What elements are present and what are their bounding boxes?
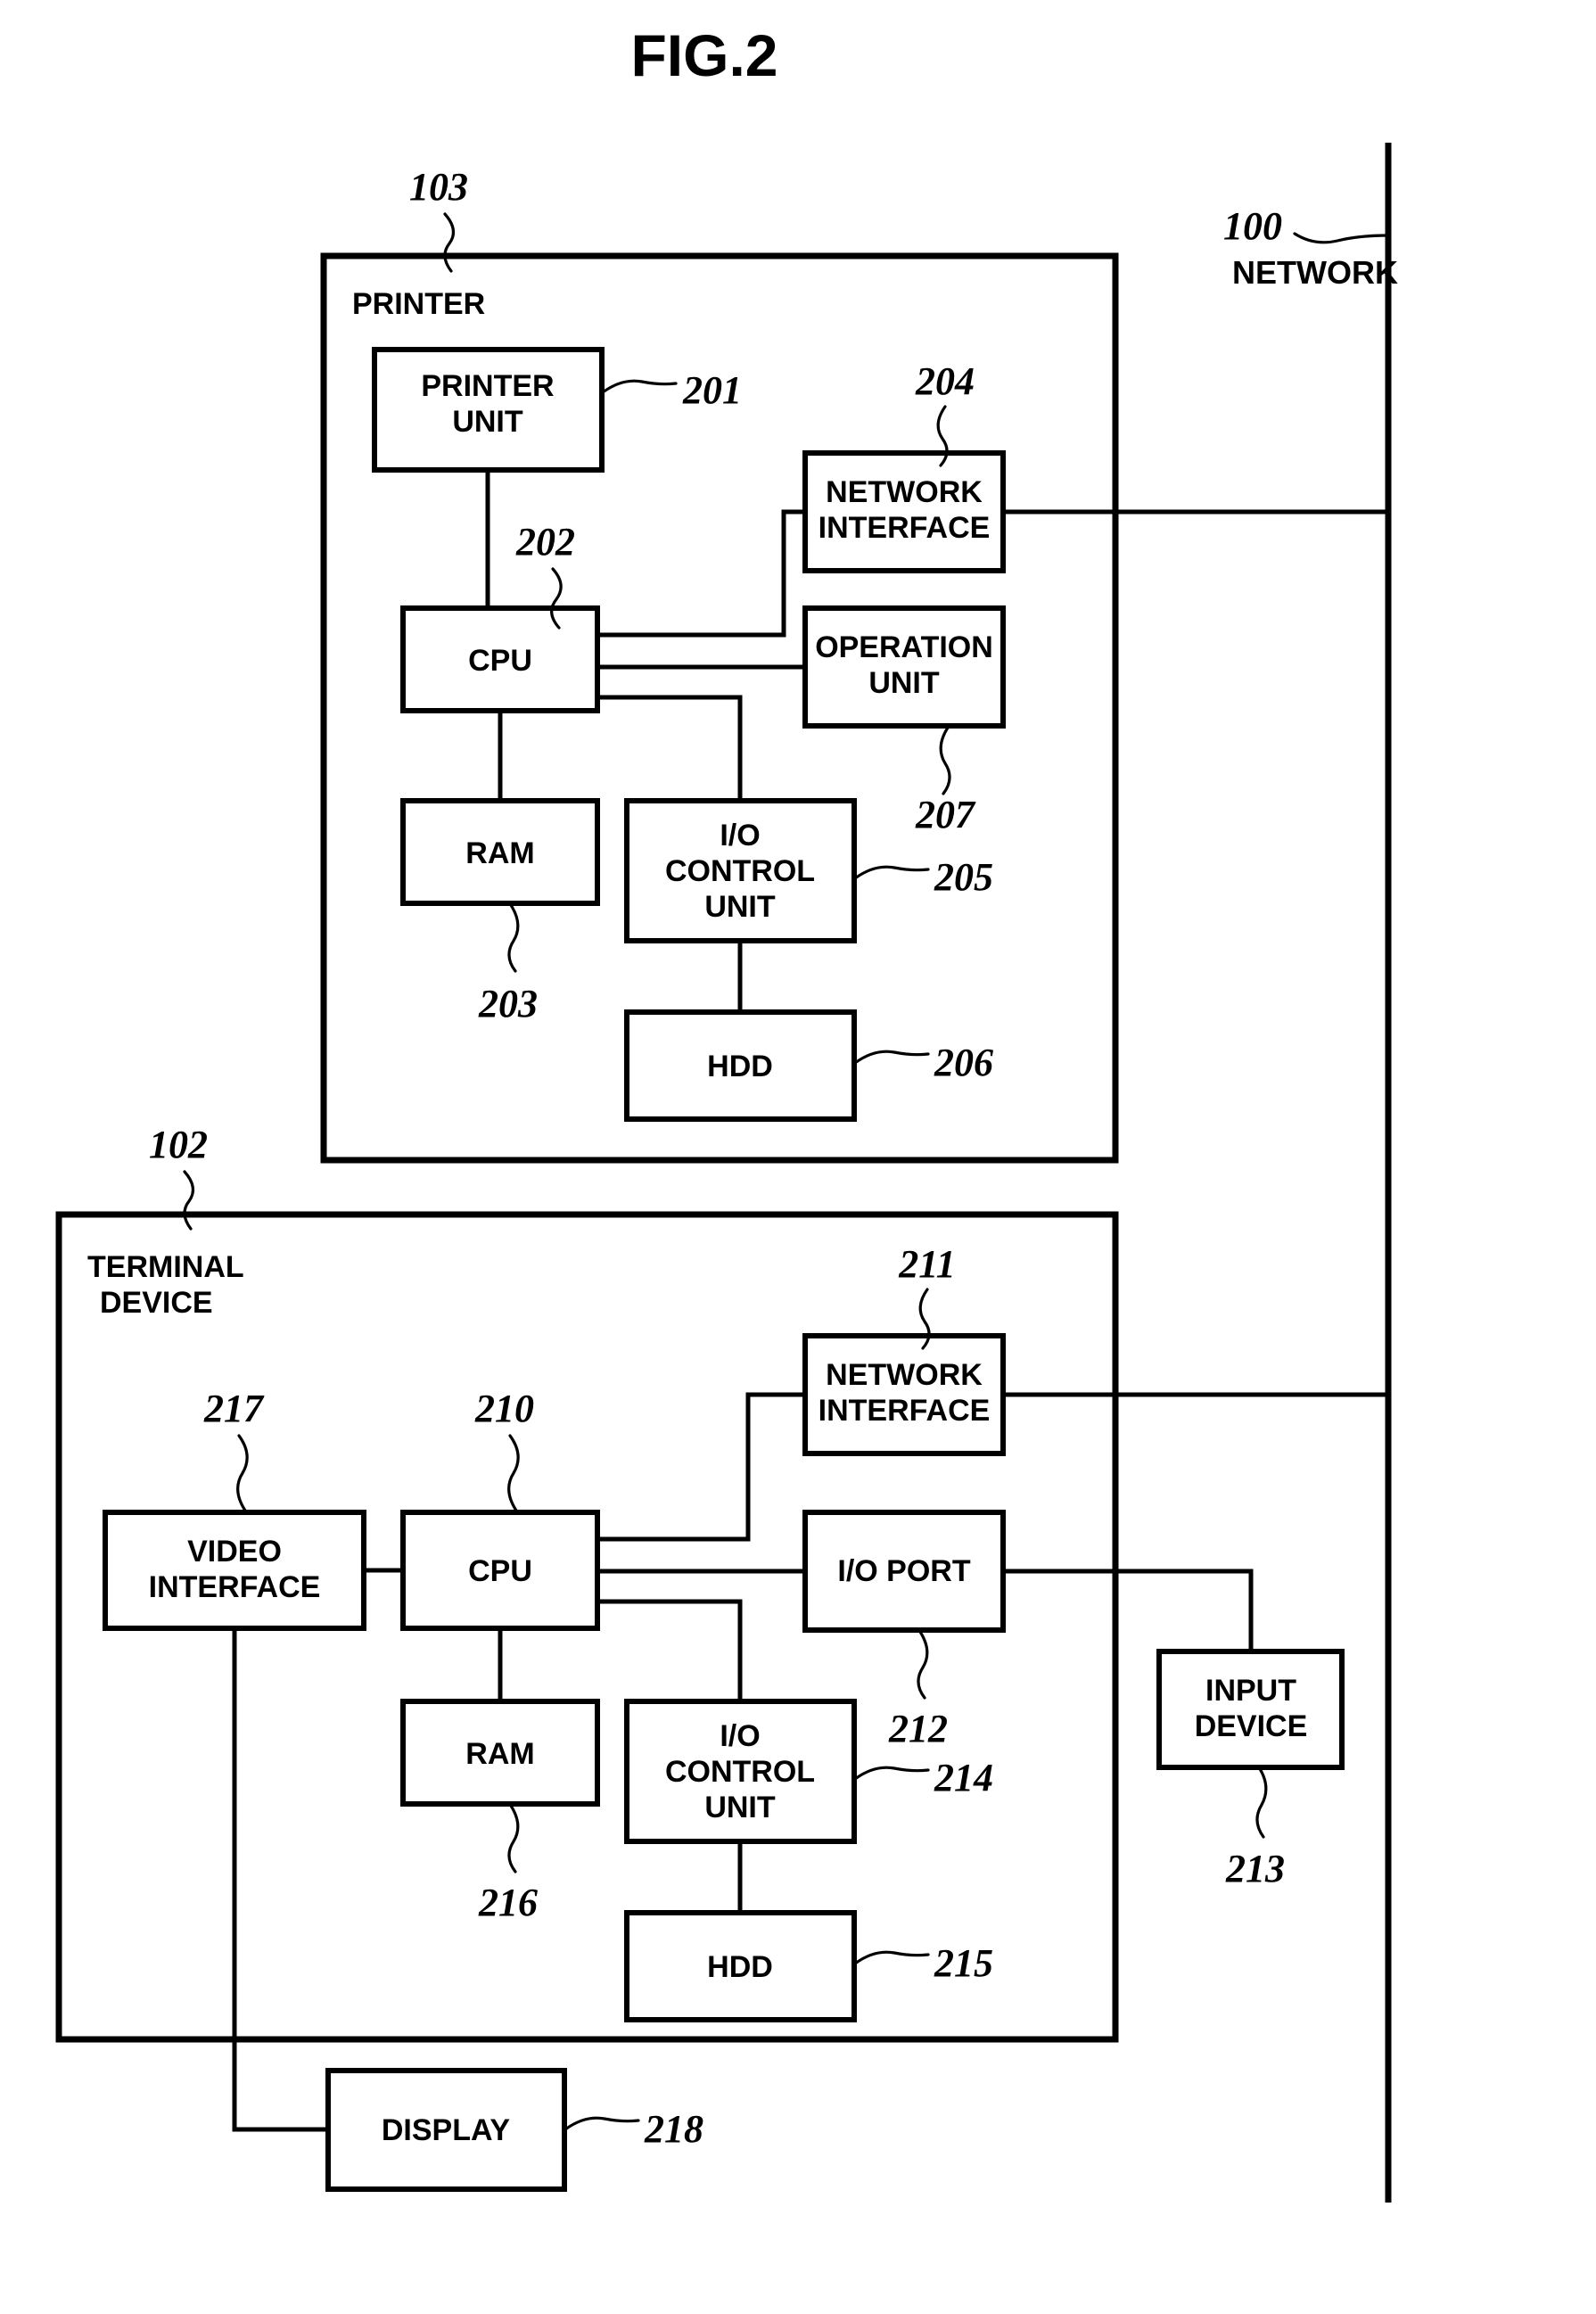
terminal-container-label-line1: TERMINAL [87, 1250, 244, 1284]
wire-terminal-cpu-to-io-control [597, 1599, 743, 1701]
printer-cpu-label: CPU [468, 644, 532, 678]
terminal-ram-leader-line [507, 1804, 520, 1873]
terminal-video-interface-leader-line [236, 1434, 249, 1512]
terminal-cpu-label: CPU [468, 1554, 532, 1588]
block-diagram: FIG.2 100 NETWORK PRINTER 103 PRINTER UN… [55, 22, 1398, 2203]
wire-terminal-cpu-to-nic [597, 1392, 805, 1542]
patent-figure: FIG.2 100 NETWORK PRINTER 103 PRINTER UN… [0, 0, 1596, 2314]
terminal-io-control-unit-label-line3: UNIT [704, 1791, 776, 1824]
terminal-io-port-leader-line [917, 1630, 929, 1700]
printer-io-control-unit-label-line3: UNIT [704, 890, 776, 924]
printer-unit-ref-number: 201 [682, 368, 742, 412]
wire-printer-cpu-to-io-control [597, 695, 743, 801]
terminal-io-port-label: I/O PORT [837, 1554, 970, 1588]
terminal-network-interface-ref-number: 211 [898, 1242, 956, 1286]
display-leader-line [564, 2116, 640, 2131]
printer-io-control-unit-label-line2: CONTROL [665, 854, 815, 888]
printer-unit-label-line2: UNIT [452, 405, 523, 439]
terminal-video-interface-ref-number: 217 [203, 1387, 265, 1430]
printer-operation-unit-label-line2: UNIT [868, 666, 940, 700]
printer-ram-ref-number: 203 [478, 982, 538, 1025]
terminal-video-interface-label-line2: INTERFACE [149, 1570, 321, 1604]
printer-unit-leader-line [601, 379, 678, 394]
terminal-network-interface-label-line1: NETWORK [826, 1358, 983, 1392]
terminal-hdd-leader-line [853, 1950, 930, 1965]
input-device-label-line2: DEVICE [1195, 1709, 1308, 1743]
terminal-hdd-label: HDD [707, 1950, 773, 1984]
terminal-io-port-ref-number: 212 [888, 1707, 948, 1750]
printer-io-control-unit-leader-line [853, 865, 930, 880]
network-ref-number: 100 [1223, 204, 1282, 248]
printer-leader-line [443, 212, 456, 273]
terminal-leader-line [183, 1170, 195, 1231]
terminal-ram-label: RAM [465, 1737, 534, 1771]
wire-video-interface-to-display [232, 1628, 328, 2132]
display-ref-number: 218 [644, 2107, 703, 2151]
printer-hdd-label: HDD [707, 1050, 773, 1083]
printer-operation-unit-label-line1: OPERATION [815, 630, 993, 664]
printer-cpu-ref-number: 202 [515, 520, 575, 564]
printer-operation-unit-ref-number: 207 [915, 793, 976, 836]
figure-title: FIG.2 [630, 22, 777, 88]
printer-io-control-unit-ref-number: 205 [934, 855, 993, 899]
terminal-io-control-unit-label-line1: I/O [720, 1719, 760, 1753]
printer-io-control-unit-label-line1: I/O [720, 819, 760, 852]
printer-network-interface-label-line1: NETWORK [826, 475, 983, 509]
network-label: NETWORK [1232, 254, 1398, 291]
terminal-cpu-leader-line [507, 1434, 520, 1512]
printer-operation-unit-leader-line [939, 726, 951, 795]
printer-unit-label-line1: PRINTER [421, 369, 554, 403]
printer-hdd-ref-number: 206 [934, 1041, 993, 1084]
printer-container-label: PRINTER [352, 287, 485, 321]
printer-ram-label: RAM [465, 836, 534, 870]
terminal-io-control-unit-leader-line [853, 1766, 930, 1781]
terminal-network-interface-label-line2: INTERFACE [819, 1394, 991, 1428]
terminal-video-interface-label-line1: VIDEO [187, 1535, 282, 1569]
wire-printer-cpu-to-nic [597, 509, 805, 638]
input-device-ref-number: 213 [1225, 1847, 1285, 1890]
terminal-io-control-unit-label-line2: CONTROL [665, 1755, 815, 1789]
terminal-io-control-unit-ref-number: 214 [934, 1756, 993, 1799]
printer-ram-leader-line [507, 903, 520, 973]
display-label: DISPLAY [382, 2113, 511, 2147]
input-device-leader-line [1255, 1766, 1268, 1839]
printer-ref-number: 103 [409, 165, 468, 209]
printer-network-interface-label-line2: INTERFACE [819, 511, 991, 545]
terminal-hdd-ref-number: 215 [934, 1941, 993, 1985]
wire-io-port-to-input-device [1003, 1569, 1254, 1651]
printer-network-interface-ref-number: 204 [915, 359, 975, 403]
printer-hdd-leader-line [853, 1050, 930, 1065]
terminal-container-label-line2: DEVICE [100, 1286, 213, 1320]
terminal-cpu-ref-number: 210 [474, 1387, 534, 1430]
terminal-ram-ref-number: 216 [478, 1881, 538, 1924]
network-leader-line [1293, 232, 1390, 244]
terminal-ref-number: 102 [149, 1123, 208, 1166]
input-device-label-line1: INPUT [1205, 1674, 1296, 1708]
